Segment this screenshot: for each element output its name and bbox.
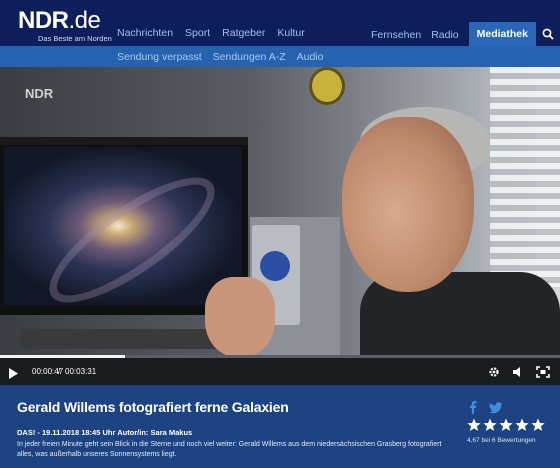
logo-tagline: Das Beste am Norden	[38, 34, 112, 43]
nav-item-radio[interactable]: Radio	[431, 29, 458, 41]
logo-main-text: NDR	[18, 7, 69, 34]
twitter-icon[interactable]	[489, 401, 503, 414]
rating-stars[interactable]	[467, 418, 545, 432]
sub-nav: Sendung verpasst Sendungen A-Z Audio	[0, 46, 560, 67]
subnav-item-sendung-verpasst[interactable]: Sendung verpasst	[117, 51, 202, 63]
star-icon[interactable]	[467, 418, 481, 432]
nav-item-fernsehen[interactable]: Fernsehen	[371, 29, 421, 41]
site-header: NDR.de Das Beste am Norden Nachrichten S…	[0, 0, 560, 46]
star-icon[interactable]	[483, 418, 497, 432]
nav-item-sport[interactable]: Sport	[185, 27, 210, 39]
video-description: In jeder freien Minute geht sein Blick i…	[17, 441, 442, 458]
search-icon[interactable]	[536, 22, 560, 46]
time-total: 00:03:31	[65, 367, 97, 376]
nav-item-mediathek[interactable]: Mediathek	[468, 22, 536, 46]
video-frame	[0, 67, 560, 385]
ndr-logo[interactable]: NDR.de Das Beste am Norden	[18, 7, 112, 44]
star-icon[interactable]	[515, 418, 529, 432]
video-meta: DAS! - 19.11.2018 18:45 Uhr Autor/in: Sa…	[17, 428, 193, 437]
secondary-nav: Fernsehen Radio Mediathek	[371, 22, 560, 46]
logo-tld: .de	[68, 7, 101, 34]
star-icon[interactable]	[531, 418, 545, 432]
nav-item-nachrichten[interactable]: Nachrichten	[117, 27, 173, 39]
video-player[interactable]: NDR 00:00:47 / 00:03:31	[0, 67, 560, 385]
gear-icon[interactable]	[488, 365, 500, 377]
nav-item-ratgeber[interactable]: Ratgeber	[222, 27, 265, 39]
star-icon[interactable]	[499, 418, 513, 432]
nav-item-kultur[interactable]: Kultur	[277, 27, 304, 39]
volume-icon[interactable]	[512, 365, 524, 377]
video-info: Gerald Willems fotografiert ferne Galaxi…	[0, 385, 560, 468]
player-controls: 00:00:47 / 00:03:31	[0, 358, 560, 385]
facebook-icon[interactable]	[467, 400, 479, 414]
ndr-watermark: NDR	[25, 86, 53, 101]
time-separator: /	[58, 367, 61, 376]
video-title: Gerald Willems fotografiert ferne Galaxi…	[17, 399, 289, 415]
rating-text: 4,67 bei 6 Bewertungen	[467, 437, 536, 444]
ndr-watermark-text: NDR	[25, 86, 54, 101]
subnav-item-audio[interactable]: Audio	[297, 51, 324, 63]
main-nav: Nachrichten Sport Ratgeber Kultur	[117, 27, 317, 39]
play-icon[interactable]	[8, 366, 18, 379]
fullscreen-icon[interactable]	[536, 365, 550, 378]
subnav-item-sendungen-a-z[interactable]: Sendungen A-Z	[213, 51, 286, 63]
